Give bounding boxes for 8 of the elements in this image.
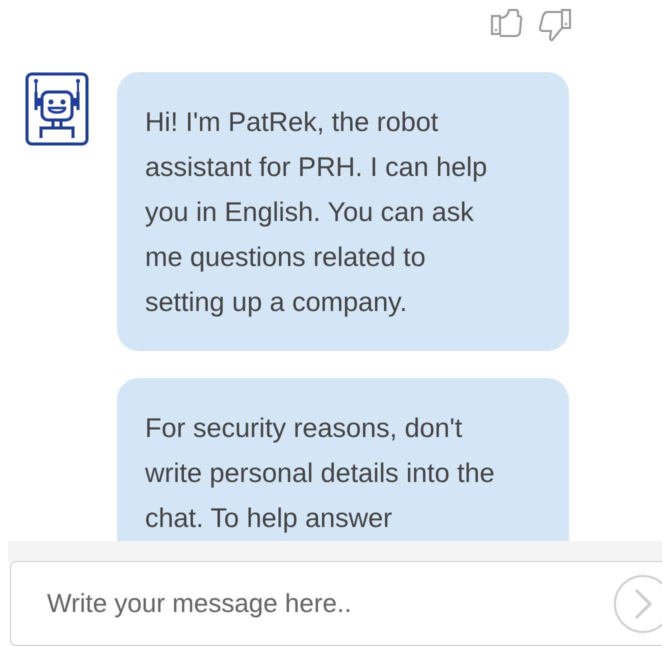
message-input[interactable]: Write your message here.. [47, 584, 604, 623]
thumbs-down-icon[interactable] [538, 8, 572, 42]
send-button[interactable] [614, 574, 662, 632]
message-text: Hi! I'm PatRek, the robot assistant for PRH. I can help you in English. You can ask me questions related to setting up a company. [145, 106, 488, 319]
message-field[interactable]: Write your message here.. [10, 561, 662, 646]
message-text: For security reasons, don't write personal details into the chat. To help answer [145, 412, 496, 535]
thumbs-up-icon[interactable] [490, 8, 524, 38]
chevron-right-icon [633, 586, 653, 620]
